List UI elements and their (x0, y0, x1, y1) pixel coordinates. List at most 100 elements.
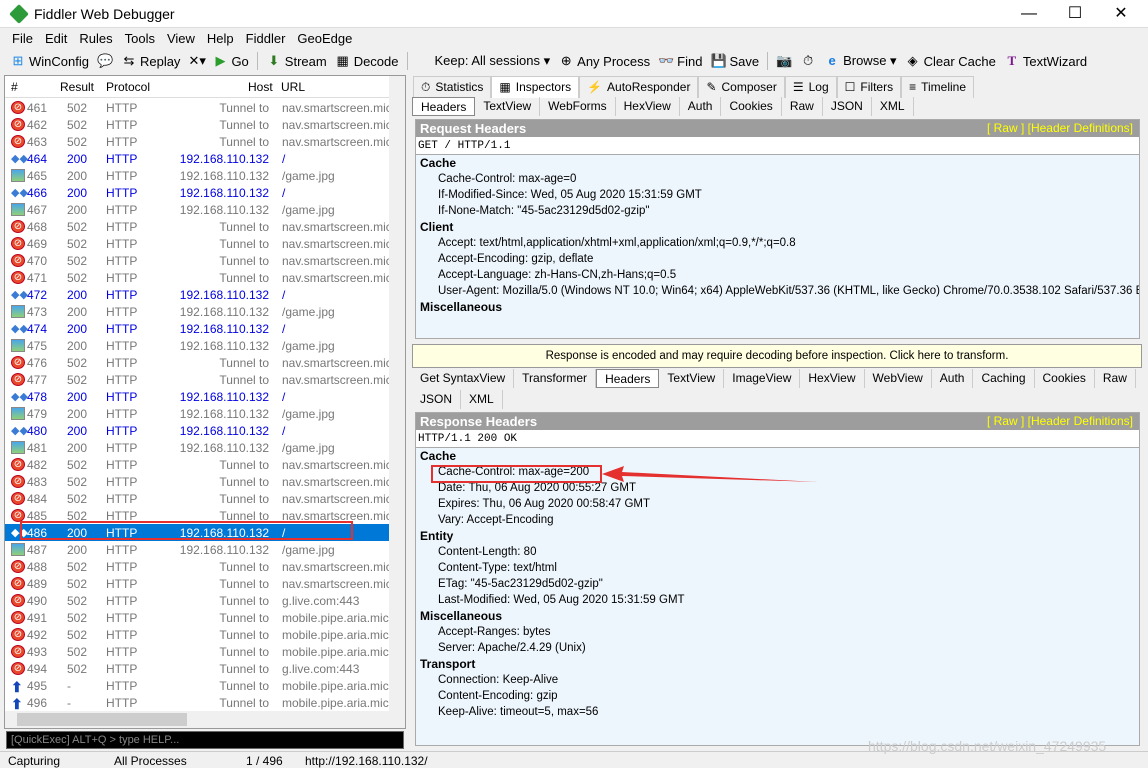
session-row[interactable]: ⊘ 470 502 HTTP Tunnel to nav.smartscreen.micr… (5, 252, 402, 269)
binoculars-button[interactable]: 👓 Find (654, 53, 706, 69)
textwizard-button[interactable]: T TextWizard (1000, 53, 1091, 69)
session-row[interactable]: ⊘ 494 502 HTTP Tunnel to g.live.com:443 (5, 660, 390, 677)
menu-help[interactable]: Help (201, 28, 240, 49)
session-row[interactable]: 475 200 HTTP 192.168.110.132/game.jpg (5, 337, 390, 354)
save-button[interactable]: 💾 Save (706, 53, 763, 69)
session-list-hscrollbar[interactable] (5, 711, 390, 728)
request-raw-links[interactable]: [ Raw ] [Header Definitions] (987, 121, 1133, 135)
col-result[interactable]: Result (60, 80, 94, 94)
decode-button[interactable]: ▦ Decode (331, 53, 403, 69)
session-row[interactable]: ⊘ 482 502 HTTP Tunnel to nav.smartscreen.micr… (5, 456, 402, 473)
session-row[interactable]: ⊘ 491 502 HTTP Tunnel to mobile.pipe.aria.mic… (5, 609, 399, 626)
subtab-imageview[interactable]: ImageView (724, 369, 801, 388)
quickexec-input[interactable]: [QuickExec] ALT+Q > type HELP... (6, 731, 404, 749)
session-row[interactable]: ⊘ 489 502 HTTP Tunnel to nav.smartscreen.micr… (5, 575, 402, 592)
keep-button[interactable]: Keep: All sessions ▾ (412, 53, 555, 69)
capturing-indicator[interactable]: Capturing (8, 754, 60, 768)
col-number[interactable]: # (11, 80, 18, 94)
tab-autoresponder[interactable]: ⚡ AutoResponder (579, 76, 699, 98)
session-row[interactable]: 467 200 HTTP 192.168.110.132/game.jpg (5, 201, 390, 218)
session-row[interactable]: ◆◆ 474 200 HTTP 192.168.110.132 / (5, 320, 390, 337)
subtab-auth[interactable]: Auth (680, 97, 722, 116)
windows-button[interactable]: ⊞ WinConfig (6, 53, 93, 69)
ie-button[interactable]: e Browse ▾ (820, 53, 901, 69)
menu-view[interactable]: View (161, 28, 201, 49)
subtab-cookies[interactable]: Cookies (1035, 369, 1095, 388)
session-row[interactable]: ⊘ 490 502 HTTP Tunnel to g.live.com:443 (5, 592, 390, 609)
session-row[interactable]: ◆◆ 472 200 HTTP 192.168.110.132 / (5, 286, 390, 303)
menu-edit[interactable]: Edit (39, 28, 73, 49)
subtab-textview[interactable]: TextView (475, 97, 541, 116)
process-filter[interactable]: All Processes (114, 754, 187, 768)
tab-timeline[interactable]: ≡ Timeline (901, 76, 975, 98)
session-list-vscrollbar[interactable] (389, 76, 405, 728)
tab-inspectors[interactable]: ▦ Inspectors (491, 76, 580, 98)
clear-cache-button[interactable]: ◈ Clear Cache (901, 53, 1000, 69)
col-host[interactable]: Host (248, 80, 273, 94)
session-row[interactable]: ⊘ 463 502 HTTP Tunnel to nav.smartscreen.micr… (5, 133, 402, 150)
menu-tools[interactable]: Tools (119, 28, 161, 49)
subtab-get-syntaxview[interactable]: Get SyntaxView (412, 369, 515, 388)
subtab-webforms[interactable]: WebForms (540, 97, 616, 116)
session-row[interactable]: ⊘ 476 502 HTTP Tunnel to nav.smartscreen.micr… (5, 354, 402, 371)
session-row[interactable]: ◆◆ 480 200 HTTP 192.168.110.132 / (5, 422, 390, 439)
menu-file[interactable]: File (6, 28, 39, 49)
stream-button[interactable]: ⬇ Stream (262, 53, 331, 69)
tab-log[interactable]: ☰ Log (784, 76, 837, 98)
subtab-textview[interactable]: TextView (659, 369, 725, 388)
subtab-hexview[interactable]: HexView (800, 369, 865, 388)
session-row[interactable]: ⊘ 469 502 HTTP Tunnel to nav.smartscreen.micr… (5, 235, 402, 252)
tab-filters[interactable]: ☐ Filters (836, 76, 902, 98)
close-button[interactable]: ✕ (1098, 2, 1144, 26)
subtab-webview[interactable]: WebView (865, 369, 932, 388)
session-row[interactable]: ◆◆ 478 200 HTTP 192.168.110.132 / (5, 388, 390, 405)
screenshot-button[interactable]: 📷 (772, 53, 796, 69)
subtab-headers[interactable]: Headers (412, 97, 476, 116)
subtab-transformer[interactable]: Transformer (514, 369, 597, 388)
maximize-button[interactable]: ☐ (1052, 2, 1098, 26)
session-row[interactable]: 479 200 HTTP 192.168.110.132/game.jpg (5, 405, 390, 422)
subtab-cookies[interactable]: Cookies (721, 97, 782, 116)
menu-fiddler[interactable]: Fiddler (240, 28, 292, 49)
session-row[interactable]: ⊘ 492 502 HTTP Tunnel to mobile.pipe.aria.mic… (5, 626, 399, 643)
subtab-json[interactable]: JSON (412, 390, 462, 409)
replay-button[interactable]: ⇆ Replay (117, 53, 184, 69)
session-row[interactable]: ⊘ 493 502 HTTP Tunnel to mobile.pipe.aria.mic… (5, 643, 399, 660)
menu-rules[interactable]: Rules (73, 28, 118, 49)
subtab-auth[interactable]: Auth (932, 369, 974, 388)
comment-button[interactable]: 💬 (93, 53, 117, 69)
remove-button[interactable]: ✕▾ (184, 53, 208, 69)
session-row[interactable]: 465 200 HTTP 192.168.110.132/game.jpg (5, 167, 390, 184)
subtab-json[interactable]: JSON (823, 97, 872, 116)
subtab-xml[interactable]: XML (461, 390, 503, 409)
session-row[interactable]: ◆◆ 466 200 HTTP 192.168.110.132 / (5, 184, 390, 201)
session-row[interactable]: ⊘ 461 502 HTTP Tunnel to nav.smartscreen.micr… (5, 99, 402, 116)
session-row[interactable]: ⊘ 483 502 HTTP Tunnel to nav.smartscreen.micr… (5, 473, 402, 490)
subtab-xml[interactable]: XML (872, 97, 914, 116)
subtab-hexview[interactable]: HexView (616, 97, 680, 116)
decode-notice-bar[interactable]: Response is encoded and may require deco… (412, 344, 1142, 368)
col-protocol[interactable]: Protocol (106, 80, 150, 94)
session-row[interactable]: ⬆ 496 - HTTP Tunnel to mobile.pipe.aria.micro (5, 694, 399, 712)
subtab-raw[interactable]: Raw (1095, 369, 1136, 388)
tab-statistics[interactable]: ⏱ Statistics (413, 76, 492, 98)
crosshair-button[interactable]: ⊕ Any Process (554, 53, 654, 69)
session-row[interactable]: ⊘ 468 502 HTTP Tunnel to nav.smartscreen.micr… (5, 218, 402, 235)
go-button[interactable]: ▶ Go (208, 53, 252, 69)
session-row[interactable]: ⊘ 477 502 HTTP Tunnel to nav.smartscreen.micr… (5, 371, 402, 388)
response-raw-links[interactable]: [ Raw ] [Header Definitions] (987, 414, 1133, 428)
tab-composer[interactable]: ✎ Composer (698, 76, 785, 98)
session-row[interactable]: ⬆ 495 - HTTP Tunnel to mobile.pipe.aria.micro (5, 677, 399, 695)
session-row[interactable]: ⊘ 471 502 HTTP Tunnel to nav.smartscreen.micr… (5, 269, 402, 286)
subtab-headers[interactable]: Headers (596, 369, 660, 388)
session-row[interactable]: 481 200 HTTP 192.168.110.132/game.jpg (5, 439, 390, 456)
session-row[interactable]: ◆◆ 464 200 HTTP 192.168.110.132 / (5, 150, 390, 167)
session-row[interactable]: 473 200 HTTP 192.168.110.132/game.jpg (5, 303, 390, 320)
session-row[interactable]: ⊘ 488 502 HTTP Tunnel to nav.smartscreen.micr… (5, 558, 402, 575)
menu-geoedge[interactable]: GeoEdge (291, 28, 358, 49)
col-url[interactable]: URL (281, 80, 305, 94)
minimize-button[interactable]: — (1006, 2, 1052, 26)
subtab-caching[interactable]: Caching (973, 369, 1035, 388)
session-row[interactable]: 487 200 HTTP 192.168.110.132/game.jpg (5, 541, 390, 558)
session-row[interactable]: ⊘ 462 502 HTTP Tunnel to nav.smartscreen.micr… (5, 116, 402, 133)
